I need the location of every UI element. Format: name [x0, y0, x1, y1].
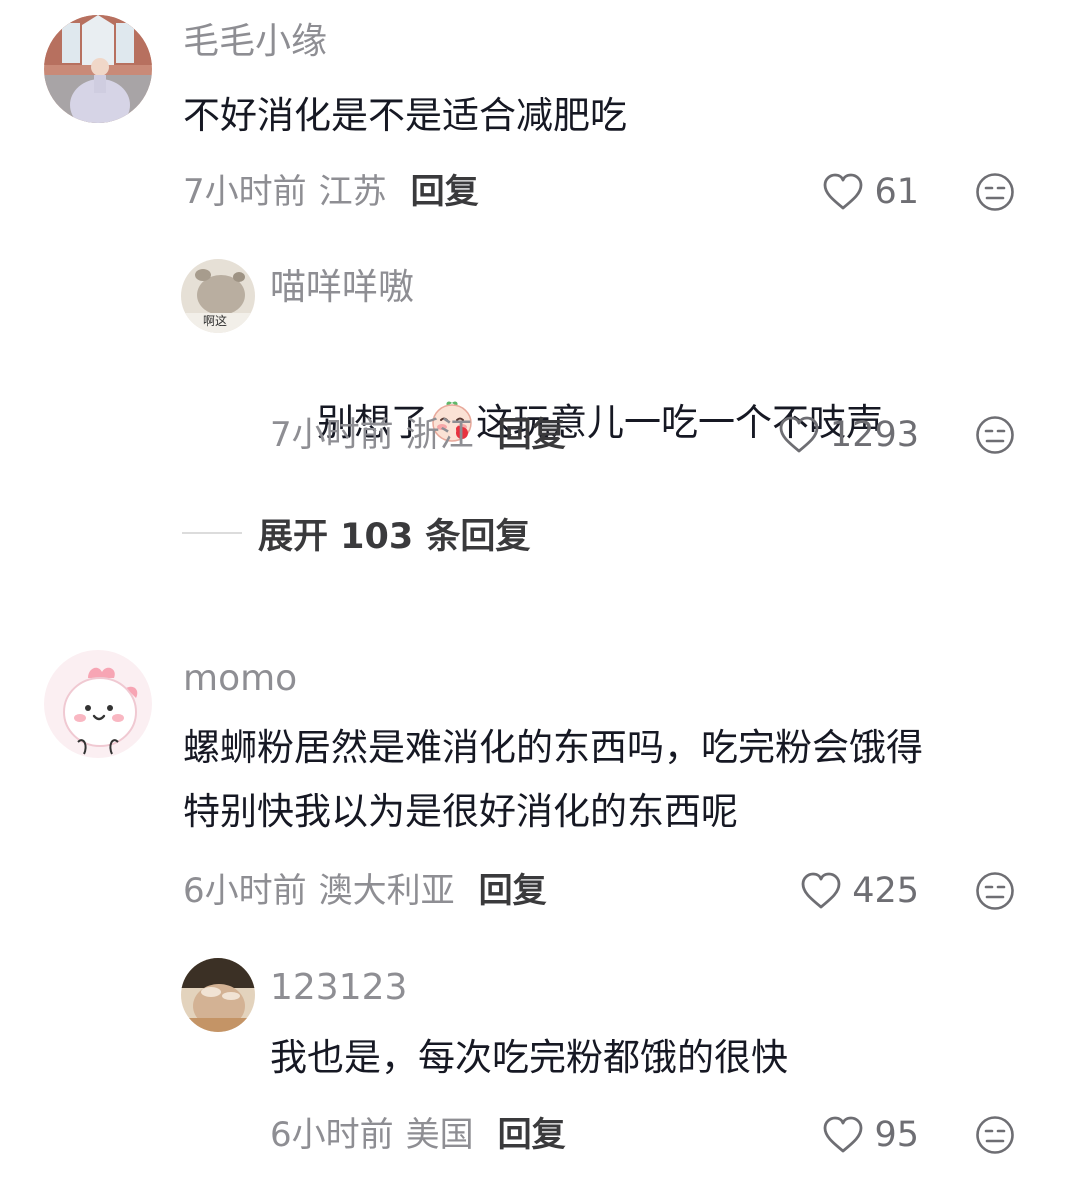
avatar-hand-icon: [181, 958, 255, 1032]
reply-button[interactable]: 回复: [411, 172, 479, 212]
heart-outline-icon: [824, 173, 863, 210]
heart-outline-icon: [824, 1116, 863, 1153]
avatar[interactable]: [181, 958, 255, 1032]
location: 澳大利亚: [318, 871, 455, 911]
comment-meta: 6小时前 美国 回复: [270, 1113, 566, 1157]
like-count: 1293: [829, 415, 919, 455]
username[interactable]: 123123: [270, 966, 407, 1010]
comment-text: 不好消化是不是适合减肥吃: [183, 94, 627, 137]
like-button[interactable]: 95: [822, 1113, 919, 1157]
like-count: 61: [874, 172, 919, 212]
reply-button[interactable]: 回复: [498, 415, 566, 455]
avatar-stone-icon: 啊这: [181, 259, 255, 333]
comment-text: 我也是，每次吃完粉都饿的很快: [270, 1036, 788, 1079]
like-button[interactable]: 425: [800, 869, 919, 913]
avatar[interactable]: [44, 15, 152, 123]
dislike-button[interactable]: [975, 172, 1015, 212]
comment-text: 螺蛳粉居然是难消化的东西吗，吃完粉会饿得 特别快我以为是很好消化的东西呢: [183, 726, 923, 833]
reply-button[interactable]: 回复: [498, 1115, 566, 1155]
heart-outline-icon: [801, 872, 841, 909]
comment-meta: 7小时前 江苏 回复: [183, 170, 479, 214]
comment-meta: 7小时前 浙江 回复: [270, 413, 566, 457]
reply-button[interactable]: 回复: [479, 871, 547, 911]
heart-outline-icon: [779, 416, 819, 453]
like-count: 95: [874, 1115, 919, 1155]
avatar[interactable]: [44, 650, 152, 758]
avatar-photo-icon: [44, 15, 152, 123]
neutral-face-icon: [976, 1116, 1014, 1154]
username[interactable]: 毛毛小缘: [183, 20, 327, 64]
timestamp: 6小时前: [183, 871, 307, 911]
like-button[interactable]: 1293: [778, 413, 919, 457]
divider: [182, 532, 242, 534]
expand-replies-button[interactable]: 展开 103 条回复: [182, 508, 530, 558]
location: 美国: [405, 1115, 474, 1155]
neutral-face-icon: [976, 416, 1014, 454]
expand-replies-label: 展开 103 条回复: [258, 516, 531, 557]
username[interactable]: momo: [183, 657, 297, 701]
avatar-cartoon-icon: [44, 650, 152, 758]
neutral-face-icon: [976, 872, 1014, 910]
timestamp: 6小时前: [270, 1115, 394, 1155]
like-count: 425: [852, 871, 919, 911]
timestamp: 7小时前: [183, 172, 307, 212]
avatar[interactable]: 啊这: [181, 259, 255, 333]
dislike-button[interactable]: [975, 1115, 1015, 1155]
neutral-face-icon: [976, 173, 1014, 211]
username[interactable]: 喵咩咩嗷: [270, 266, 414, 310]
like-button[interactable]: 61: [822, 170, 919, 214]
location: 江苏: [318, 172, 387, 212]
dislike-button[interactable]: [975, 415, 1015, 455]
timestamp: 7小时前: [270, 415, 394, 455]
comment-meta: 6小时前 澳大利亚 回复: [183, 869, 547, 913]
dislike-button[interactable]: [975, 871, 1015, 911]
avatar-caption: 啊这: [203, 313, 227, 328]
location: 浙江: [405, 415, 474, 455]
